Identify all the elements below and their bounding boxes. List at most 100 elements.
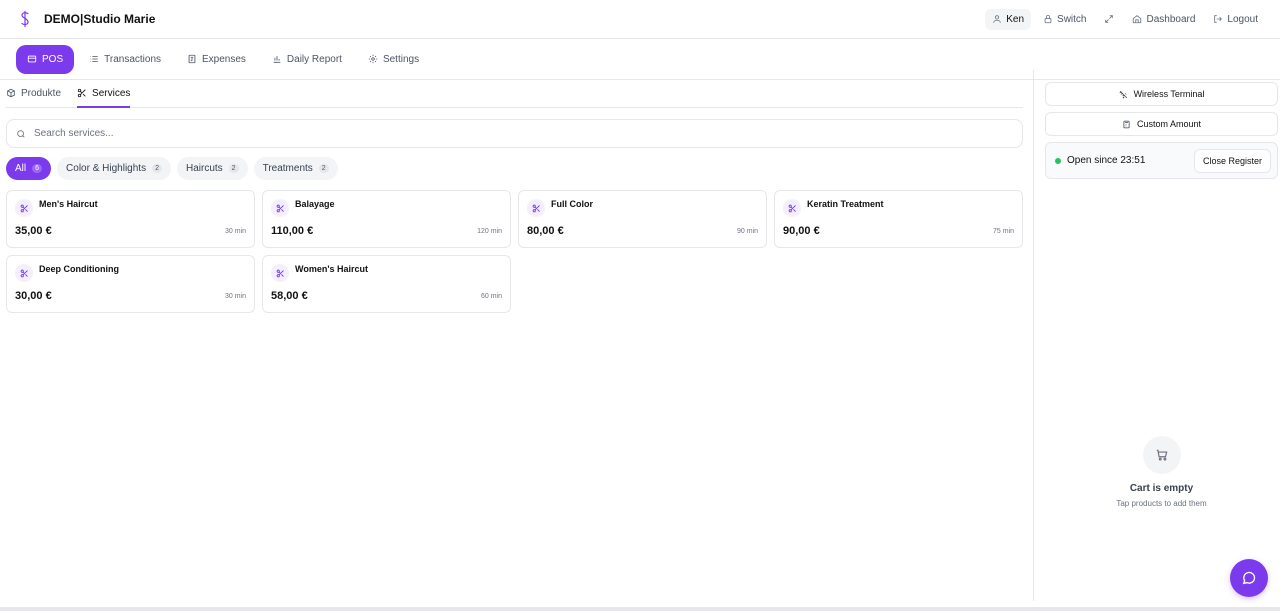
register-status: Open since 23:51 Close Register (1045, 142, 1278, 179)
category-count: 2 (228, 164, 239, 173)
switch-user-button[interactable]: Switch (1037, 9, 1092, 30)
service-name: Women's Haircut (295, 264, 368, 274)
tab-pos[interactable]: POS (16, 44, 75, 74)
register-status-text: Open since 23:51 (1067, 155, 1146, 166)
dashboard-label: Dashboard (1146, 13, 1196, 25)
service-card[interactable]: Full Color 80,00 € 90 min (518, 190, 767, 248)
subtab-services[interactable]: Services (77, 80, 131, 108)
user-name: Ken (1006, 13, 1025, 25)
service-name: Balayage (295, 199, 335, 209)
brand-name: DEMO|Studio Marie (44, 12, 156, 26)
service-card[interactable]: Men's Haircut 35,00 € 30 min (6, 190, 255, 248)
box-icon (7, 88, 15, 98)
service-name: Men's Haircut (39, 199, 98, 209)
service-card[interactable]: Balayage 110,00 € 120 min (262, 190, 511, 248)
tab-settings[interactable]: Settings (357, 45, 430, 74)
category-count: 2 (152, 164, 162, 173)
status-dot (1055, 157, 1061, 164)
service-duration: 120 min (477, 228, 502, 235)
category-all[interactable]: All 6 (6, 157, 52, 180)
switch-label: Switch (1057, 13, 1087, 25)
subtab-label: Produkte (21, 87, 62, 99)
cart-empty-state: Cart is empty Tap products to add them (1045, 436, 1278, 508)
dashboard-button[interactable]: Dashboard (1126, 9, 1201, 30)
brand: DEMO|Studio Marie (16, 10, 155, 28)
logout-button[interactable]: Logout (1207, 9, 1264, 30)
tab-expenses[interactable]: Expenses (176, 45, 257, 74)
tab-label: Daily Report (286, 53, 342, 65)
chat-button[interactable] (1230, 559, 1268, 597)
brand-logo-icon (16, 10, 34, 28)
user-chip[interactable]: Ken (985, 8, 1032, 30)
logout-label: Logout (1227, 13, 1258, 25)
service-duration: 30 min (224, 293, 246, 300)
service-price: 110,00 € (271, 225, 314, 237)
tab-label: POS (42, 53, 64, 65)
custom-amount-label: Custom Amount (1136, 119, 1202, 129)
bar-chart-icon (273, 56, 281, 63)
tab-label: Settings (382, 53, 420, 65)
service-price: 58,00 € (271, 290, 308, 302)
card-icon (27, 55, 37, 63)
category-label: Haircuts (185, 163, 223, 174)
service-card[interactable]: Women's Haircut 58,00 € 60 min (262, 255, 511, 313)
lock-icon (1044, 14, 1052, 24)
chat-icon (1242, 571, 1256, 585)
service-duration: 75 min (992, 228, 1014, 235)
scissors-icon (271, 264, 289, 282)
service-card[interactable]: Keratin Treatment 90,00 € 75 min (774, 190, 1023, 248)
scissors-icon (15, 264, 33, 282)
tab-label: Transactions (104, 53, 161, 65)
category-treatments[interactable]: Treatments 2 (253, 157, 338, 180)
list-icon (90, 56, 98, 62)
tab-label: Expenses (202, 53, 246, 65)
search-icon (17, 129, 25, 138)
service-grid: Men's Haircut 35,00 € 30 min Balayage 11… (6, 190, 1023, 313)
gear-icon (368, 54, 378, 64)
service-price: 30,00 € (15, 290, 52, 302)
tab-transactions[interactable]: Transactions (78, 45, 172, 74)
receipt-icon (188, 54, 196, 64)
cart-empty-title: Cart is empty (1129, 483, 1194, 494)
home-icon (1133, 15, 1142, 24)
catalog-pane: Produkte Services All 6 Color & Highligh… (0, 80, 1033, 611)
service-price: 90,00 € (783, 225, 820, 237)
fullscreen-button[interactable] (1098, 9, 1120, 29)
service-name: Deep Conditioning (39, 264, 119, 274)
service-duration: 90 min (736, 228, 758, 235)
calculator-icon (1123, 120, 1130, 128)
service-name: Keratin Treatment (807, 199, 884, 209)
scissors-icon (783, 199, 801, 217)
category-color-highlights[interactable]: Color & Highlights 2 (57, 157, 171, 180)
wireless-terminal-button[interactable]: Wireless Terminal (1045, 82, 1278, 106)
service-price: 35,00 € (15, 225, 52, 237)
subtab-label: Services (92, 87, 131, 99)
logout-icon (1214, 15, 1223, 23)
custom-amount-button[interactable]: Custom Amount (1045, 112, 1278, 136)
catalog-subtabs: Produkte Services (6, 80, 1023, 108)
main-area: Produkte Services All 6 Color & Highligh… (0, 70, 1280, 611)
service-price: 80,00 € (527, 225, 564, 237)
category-count: 6 (32, 164, 43, 173)
search-input[interactable] (34, 128, 1013, 139)
close-register-button[interactable]: Close Register (1193, 148, 1271, 173)
service-name: Full Color (551, 199, 593, 209)
cart-icon (1142, 436, 1181, 474)
scissors-icon (77, 88, 86, 98)
subtab-produkte[interactable]: Produkte (6, 80, 61, 108)
category-filters: All 6 Color & Highlights 2 Haircuts 2 Tr… (6, 157, 1023, 180)
service-card[interactable]: Deep Conditioning 30,00 € 30 min (6, 255, 255, 313)
user-icon (993, 15, 1001, 23)
app-header: DEMO|Studio Marie Ken Switch Dashboard L… (0, 0, 1280, 39)
category-label: Color & Highlights (66, 163, 147, 174)
category-haircuts[interactable]: Haircuts 2 (176, 157, 248, 180)
tab-daily-report[interactable]: Daily Report (261, 45, 353, 74)
scissors-icon (271, 199, 289, 217)
scissors-icon (15, 199, 33, 217)
cart-panel: Wireless Terminal Custom Amount Open sin… (1033, 70, 1280, 601)
wifi-off-icon (1119, 90, 1127, 98)
scrollbar-track (0, 607, 1280, 611)
category-count: 2 (318, 164, 329, 173)
expand-icon (1105, 15, 1114, 23)
service-duration: 30 min (224, 228, 246, 235)
